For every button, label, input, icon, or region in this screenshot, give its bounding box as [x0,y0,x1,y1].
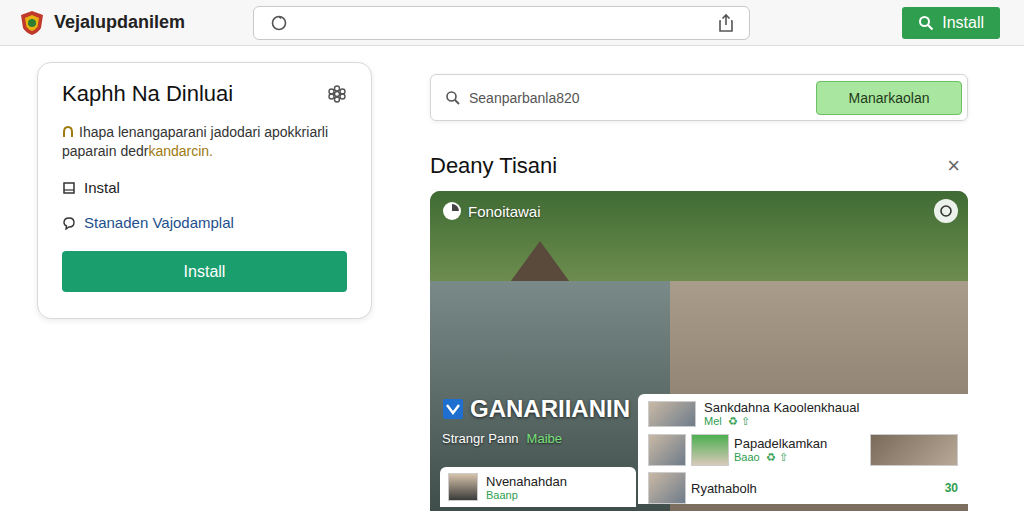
search-bar: Seanparbanla820 Manarkaolan [430,74,968,121]
source-badge: Fonoitawai [442,201,541,221]
check-icon [442,398,464,420]
row-name: Papadelkamkan [734,436,865,451]
reload-icon[interactable] [270,14,288,32]
row-meta: Baao ♻⇧ [734,451,865,464]
search-icon [445,90,461,106]
content: Kaphh Na Dinluai Ihapa lenangaparani jado… [0,46,1024,511]
promo-card: Kaphh Na Dinluai Ihapa lenangaparani jado… [37,62,372,319]
app-title: Vejalupdanilem [54,12,185,33]
row-name: Ryathabolh [691,481,940,496]
close-button[interactable]: × [947,153,960,179]
side-card-row[interactable]: PapadelkamkanBaao ♻⇧ [648,434,958,466]
expand-icon [938,203,954,219]
section-header: Deany Tisani × [430,153,968,179]
top-bar: Vejalupdanilem Install [0,0,1024,46]
promo-item[interactable]: Stanaden Vajodamplal [62,214,347,231]
thumbnail [648,472,686,504]
source-logo-icon [442,201,462,221]
promo-item[interactable]: Instal [62,179,347,196]
feature-title: GANARIIANIN [470,395,630,423]
shield-logo-icon [18,9,46,37]
thumbnail [648,434,686,466]
mini-card[interactable]: NvenahahdanBaanp [440,467,636,507]
address-field[interactable] [253,6,750,40]
lock-icon [62,126,74,138]
side-card-title: Sankdahna Kaoolenkhaual [704,400,859,415]
promo-description: Ihapa lenangaparani jadodari apokkriarli… [62,123,347,161]
search-input[interactable]: Seanparbanla820 [469,90,808,106]
settings-icon[interactable] [327,84,347,104]
feature-image[interactable]: Fonoitawai GANARIIANIN Strangr PannMaibe Nv… [430,191,968,511]
page: Vejalupdanilem Install Kaphh Na Dinluai Iha… [0,0,1024,512]
side-card: Sankdahna KaoolenkhaualMel ♻⇧ Papadelkamk… [638,394,968,504]
chat-bubble-icon [62,216,76,230]
install-button[interactable]: Install [902,7,1000,39]
thumbnail [870,434,958,466]
side-card-header[interactable]: Sankdahna KaoolenkhaualMel ♻⇧ [648,400,958,428]
feature-subtitle: Strangr PannMaibe [442,431,630,446]
results-panel: Seanparbanla820 Manarkaolan Deany Tisani × F… [430,46,968,511]
brand[interactable]: Vejalupdanilem [18,9,253,37]
promo-title: Kaphh Na Dinluai [62,81,233,107]
mini-meta: Baanp [486,489,567,501]
feature-caption: GANARIIANIN Strangr PannMaibe [442,395,630,446]
search-icon [918,15,934,31]
section-title: Deany Tisani [430,153,557,179]
search-button[interactable]: Manarkaolan [816,81,962,115]
thumbnail [648,401,696,427]
share-icon[interactable] [717,13,735,33]
thumbnail [691,434,729,466]
avatar [448,473,478,501]
box-icon [62,181,76,195]
mini-name: Nvenahahdan [486,474,567,489]
install-button[interactable]: Install [62,251,347,292]
expand-button[interactable] [934,199,958,223]
side-card-meta: Mel ♻⇧ [704,415,859,428]
row-count: 30 [945,481,958,495]
side-card-row[interactable]: Ryathabolh 30 [648,472,958,504]
description-highlight: kandarcin. [148,143,213,159]
